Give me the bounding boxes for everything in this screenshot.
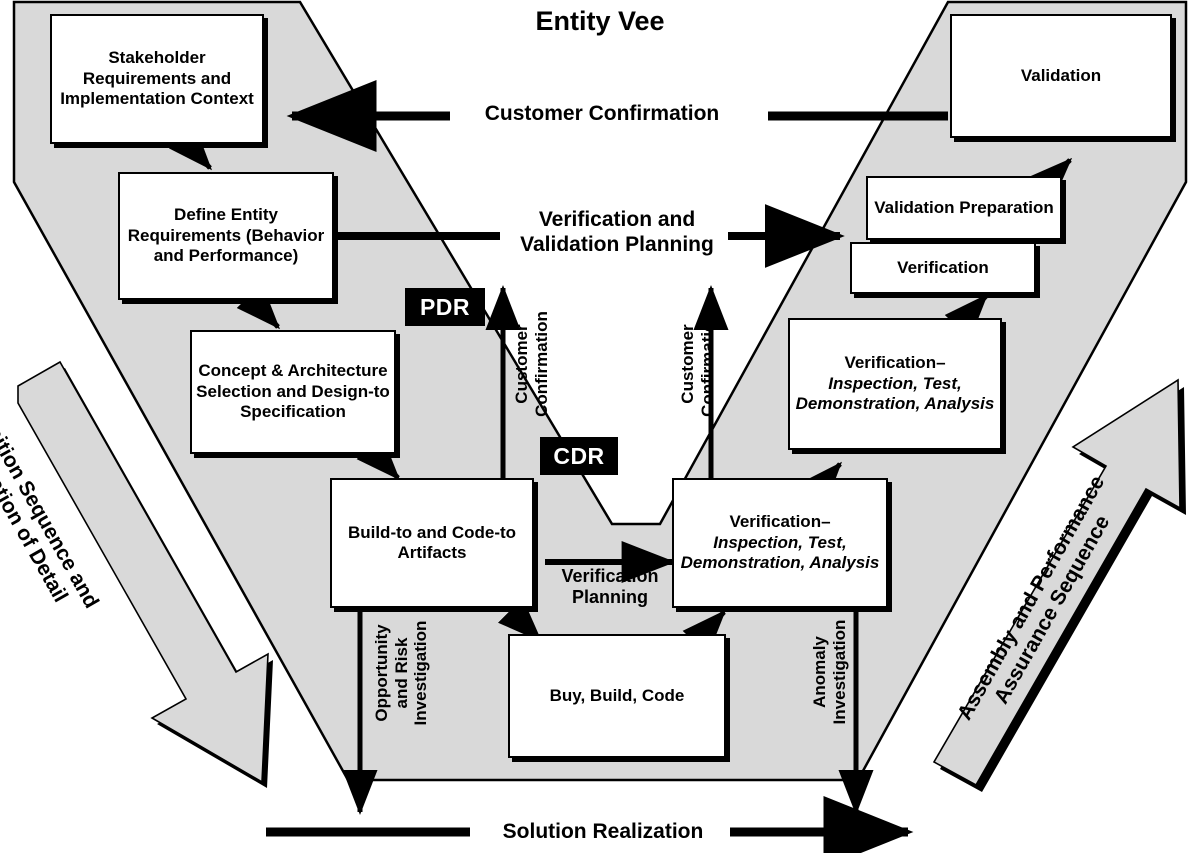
box-verification-methods-lower-head: Verification– [729,512,831,532]
box-build-to-code-to[interactable]: Build-to and Code-to Artifacts [330,478,534,608]
box-verification-methods-lower-body: Inspection, Test, Demonstration, Analysi… [680,532,880,573]
label-verification-planning: Verification Planning [561,566,659,608]
label-opportunity-risk-investigation: Opportunity and Risk Investigation [372,620,431,726]
box-concept-architecture[interactable]: Concept & Architecture Selection and Des… [190,330,396,454]
box-verification[interactable]: Verification [850,242,1036,294]
box-validation-label: Validation [1020,65,1102,85]
box-stakeholder-requirements[interactable]: Stakeholder Requirements and Implementat… [50,14,264,144]
entity-vee-diagram: Entity Vee Stakeholder Requirements and … [0,0,1200,853]
label-customer-confirmation-top: Customer Confirmation [484,102,720,125]
box-validation-preparation[interactable]: Validation Preparation [866,176,1062,240]
label-customer-confirmation-left-vertical: Customer Confirmation [512,311,551,417]
label-customer-confirmation-right-vertical: Customer Confirmation [678,311,717,417]
box-verification-methods-lower[interactable]: Verification– Inspection, Test, Demonstr… [672,478,888,608]
box-concept-architecture-label: Concept & Architecture Selection and Des… [196,361,390,422]
page-title: Entity Vee [535,6,665,36]
box-buy-build-code[interactable]: Buy, Build, Code [508,634,726,758]
box-validation[interactable]: Validation [950,14,1172,138]
box-verification-methods-upper[interactable]: Verification– Inspection, Test, Demonstr… [788,318,1002,450]
label-vv-planning: Verification and Validation Planning [520,208,714,256]
milestone-cdr-label: CDR [553,442,605,469]
box-define-entity-requirements[interactable]: Define Entity Requirements (Behavior and… [118,172,334,300]
milestone-pdr[interactable]: PDR [405,288,485,326]
box-verification-methods-upper-head: Verification– [844,353,946,373]
label-solution-realization: Solution Realization [502,820,704,843]
milestone-pdr-label: PDR [419,293,471,320]
box-build-to-code-to-label: Build-to and Code-to Artifacts [347,522,517,562]
box-buy-build-code-label: Buy, Build, Code [549,685,685,705]
box-validation-preparation-label: Validation Preparation [874,197,1054,217]
box-stakeholder-requirements-label: Stakeholder Requirements and Implementat… [60,48,254,109]
box-verification-methods-upper-body: Inspection, Test, Demonstration, Analysi… [795,373,995,414]
milestone-cdr[interactable]: CDR [540,437,618,475]
box-verification-label: Verification [897,257,989,277]
box-define-entity-requirements-label: Define Entity Requirements (Behavior and… [127,205,325,266]
label-anomaly-investigation: Anomaly Investigation [810,619,849,725]
